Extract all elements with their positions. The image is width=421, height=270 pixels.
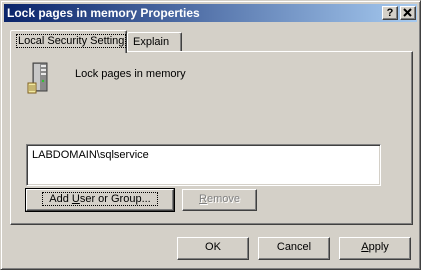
tab-label: Local Security Setting [16,34,127,48]
server-icon [27,62,48,94]
add-user-or-group-button[interactable]: Add User or Group... [25,188,175,212]
tab-panel: Lock pages in memory LABDOMAIN\sqlservic… [10,51,413,225]
help-button[interactable]: ? [382,6,398,20]
remove-button[interactable]: Remove [182,189,257,211]
title-bar[interactable]: Lock pages in memory Properties ? [4,4,417,22]
tab-local-security-setting[interactable]: Local Security Setting [10,30,127,53]
ok-button[interactable]: OK [177,237,249,260]
button-label: Apply [361,241,389,253]
apply-button[interactable]: Apply [339,237,411,260]
accounts-list[interactable]: LABDOMAIN\sqlservice [26,144,381,186]
tab-explain[interactable]: Explain [127,32,182,51]
list-item[interactable]: LABDOMAIN\sqlservice [32,149,149,161]
cancel-button[interactable]: Cancel [258,237,330,260]
close-button[interactable] [400,6,416,20]
button-label: Add User or Group... [42,192,158,206]
properties-dialog: Lock pages in memory Properties ? Local … [0,0,421,270]
close-icon [403,8,412,17]
tab-label: Explain [133,36,170,48]
policy-name: Lock pages in memory [75,68,186,80]
window-title: Lock pages in memory Properties [7,6,200,20]
button-label: Remove [199,193,240,205]
